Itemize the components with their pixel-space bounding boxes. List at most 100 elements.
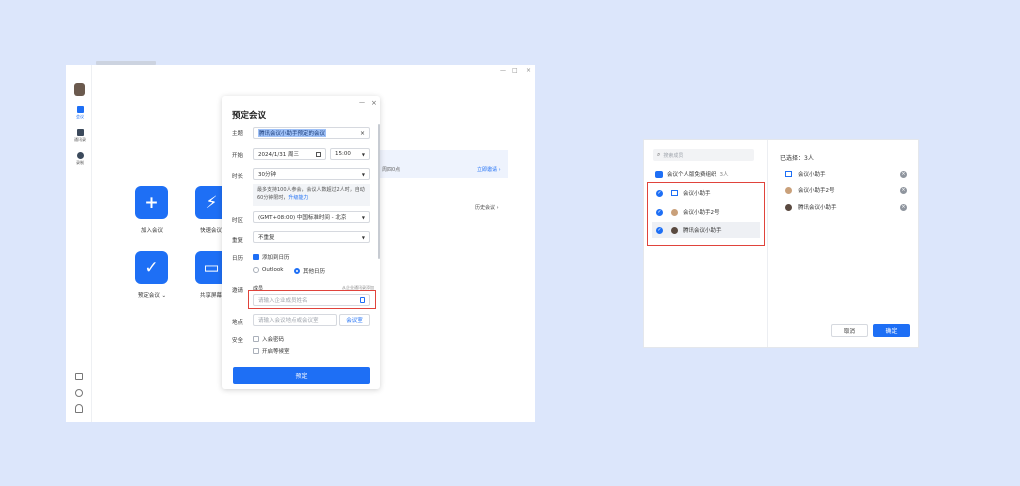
chevron-down-icon: ▼ — [361, 234, 365, 240]
rail-item-meeting[interactable]: 会议 — [72, 106, 88, 120]
selected-row: 会议小助手2号 × — [785, 186, 907, 194]
calendar-bot-icon — [671, 190, 678, 196]
add-to-calendar-checkbox[interactable]: 添加到日历 — [253, 253, 290, 261]
schedule-submit-button[interactable]: 预定 — [233, 367, 370, 384]
plus-icon: + — [144, 192, 159, 213]
calendar-label: 日历 — [232, 256, 244, 262]
invite-input[interactable]: 请输入企业成员姓名 — [253, 294, 370, 306]
member-name: 会议小助手2号 — [683, 210, 720, 216]
avatar — [785, 203, 792, 211]
settings-icon[interactable] — [75, 389, 83, 397]
duration-select[interactable]: 30分钟 ▼ — [253, 168, 370, 180]
chevron-down-icon: ▼ — [361, 171, 365, 177]
cancel-label: 取消 — [843, 328, 855, 335]
repeat-value: 不重复 — [258, 235, 275, 241]
user-avatar[interactable] — [74, 83, 85, 96]
remove-icon[interactable]: × — [900, 186, 907, 194]
timezone-label: 时区 — [232, 218, 244, 224]
screen-share-icon: ▭ — [203, 257, 220, 278]
history-meetings-link[interactable]: 历史会议 › — [475, 204, 499, 211]
upgrade-link[interactable]: 升级能力 — [288, 195, 308, 201]
dialog-minimize-button[interactable]: — — [359, 99, 365, 106]
minimize-button[interactable]: — — [500, 67, 506, 74]
search-placeholder: 搜索成员 — [663, 152, 684, 159]
duration-note: 最多支持100人参会，会议人数超过2人时，自动60分钟限时，升级能力 — [253, 184, 370, 206]
selected-row: 会议小助手 × — [785, 170, 907, 178]
avatar — [671, 226, 678, 234]
other-calendar-radio[interactable]: 其他日历 — [294, 267, 325, 275]
other-calendar-label: 其他日历 — [303, 269, 326, 275]
record-icon — [76, 152, 84, 159]
dialog-title: 预定会议 — [232, 111, 267, 121]
mail-icon[interactable] — [75, 373, 83, 380]
rail-item-record[interactable]: 录制 — [72, 152, 88, 166]
checkbox-icon — [253, 348, 259, 354]
join-meeting-button[interactable]: + — [135, 186, 168, 219]
profile-icon[interactable] — [75, 404, 83, 413]
avatar — [671, 208, 678, 216]
topic-label: 主题 — [232, 131, 244, 137]
repeat-select[interactable]: 不重复 ▼ — [253, 231, 370, 243]
location-label: 地点 — [232, 320, 244, 326]
location-input[interactable]: 请输入会议地点或会议室 — [253, 314, 337, 326]
clear-icon[interactable]: × — [360, 130, 365, 137]
selected-name: 会议小助手 — [798, 172, 826, 178]
security-label: 安全 — [232, 338, 244, 344]
dialog-scrollbar[interactable] — [378, 124, 380, 259]
start-date-value: 2024/1/31 周三 — [258, 152, 299, 158]
invite-link[interactable]: 立即邀请 › — [477, 166, 501, 173]
maximize-button[interactable]: □ — [512, 67, 518, 74]
topic-value: 腾讯会议小助手预定的会议 — [258, 129, 327, 137]
schedule-meeting-label: 预定会议 ⌄ — [137, 293, 167, 299]
picker-divider — [767, 140, 768, 347]
waiting-room-checkbox[interactable]: 开启等候室 — [253, 347, 290, 355]
waiting-room-label: 开启等候室 — [262, 349, 290, 355]
chevron-down-icon: ▼ — [361, 214, 365, 220]
duration-value: 30分钟 — [258, 172, 276, 178]
password-label: 入会密码 — [262, 337, 285, 343]
member-row[interactable]: ✓ 会议小助手 — [656, 189, 711, 197]
member-name: 腾讯会议小助手 — [683, 228, 722, 234]
checkbox-checked-icon — [253, 254, 259, 260]
meeting-room-button[interactable]: 会议室 — [339, 314, 370, 326]
member-row[interactable]: ✓ 腾讯会议小助手 — [656, 226, 722, 234]
org-icon — [655, 170, 663, 178]
member-search-input[interactable]: ⌕ 搜索成员 — [653, 149, 754, 161]
radio-icon — [253, 267, 259, 273]
note-text: 最多支持100人参会，会议人数超过2人时，自动60分钟限时， — [257, 187, 365, 201]
contacts-icon — [76, 129, 84, 136]
rail-item-contacts[interactable]: 通讯录 — [72, 129, 88, 143]
start-date-picker[interactable]: 2024/1/31 周三 — [253, 148, 326, 160]
calendar-bot-icon — [785, 171, 792, 177]
join-meeting-label: 加入会议 — [140, 228, 163, 234]
confirm-button[interactable]: 确定 — [873, 324, 910, 337]
schedule-meeting-button[interactable]: ✓ — [135, 251, 168, 284]
outlook-radio[interactable]: Outlook — [253, 267, 283, 273]
password-checkbox[interactable]: 入会密码 — [253, 335, 284, 343]
start-time-select[interactable]: 15:00 ▼ — [330, 148, 370, 160]
rail-item-label: 录制 — [76, 160, 84, 165]
org-count: 3人 — [719, 172, 729, 178]
timezone-select[interactable]: (GMT+08:00) 中国标准时间 - 北京 ▼ — [253, 211, 370, 223]
org-row[interactable]: 会议个人版免费组织 3人 — [655, 170, 729, 178]
duration-label: 时长 — [232, 174, 244, 180]
check-icon: ✓ — [144, 257, 159, 278]
video-icon — [76, 106, 84, 113]
remove-icon[interactable]: × — [900, 203, 907, 211]
member-row[interactable]: ✓ 会议小助手2号 — [656, 208, 720, 216]
add-to-calendar-label: 添加到日历 — [262, 255, 290, 261]
remove-icon[interactable]: × — [900, 170, 907, 178]
start-label: 开始 — [232, 153, 244, 159]
close-button[interactable]: × — [526, 67, 531, 74]
submit-label: 预定 — [295, 373, 308, 380]
selected-count: 已选择：3人 — [780, 155, 814, 162]
rail-item-label: 会议 — [76, 114, 84, 119]
dialog-close-button[interactable]: × — [371, 99, 377, 107]
address-book-icon[interactable] — [360, 297, 365, 303]
chevron-down-icon: ▼ — [361, 151, 365, 157]
radio-selected-icon — [294, 268, 300, 274]
cancel-button[interactable]: 取消 — [831, 324, 868, 337]
avatar — [785, 186, 792, 194]
topic-input[interactable]: 腾讯会议小助手预定的会议 × — [253, 127, 370, 139]
check-icon: ✓ — [656, 226, 663, 234]
